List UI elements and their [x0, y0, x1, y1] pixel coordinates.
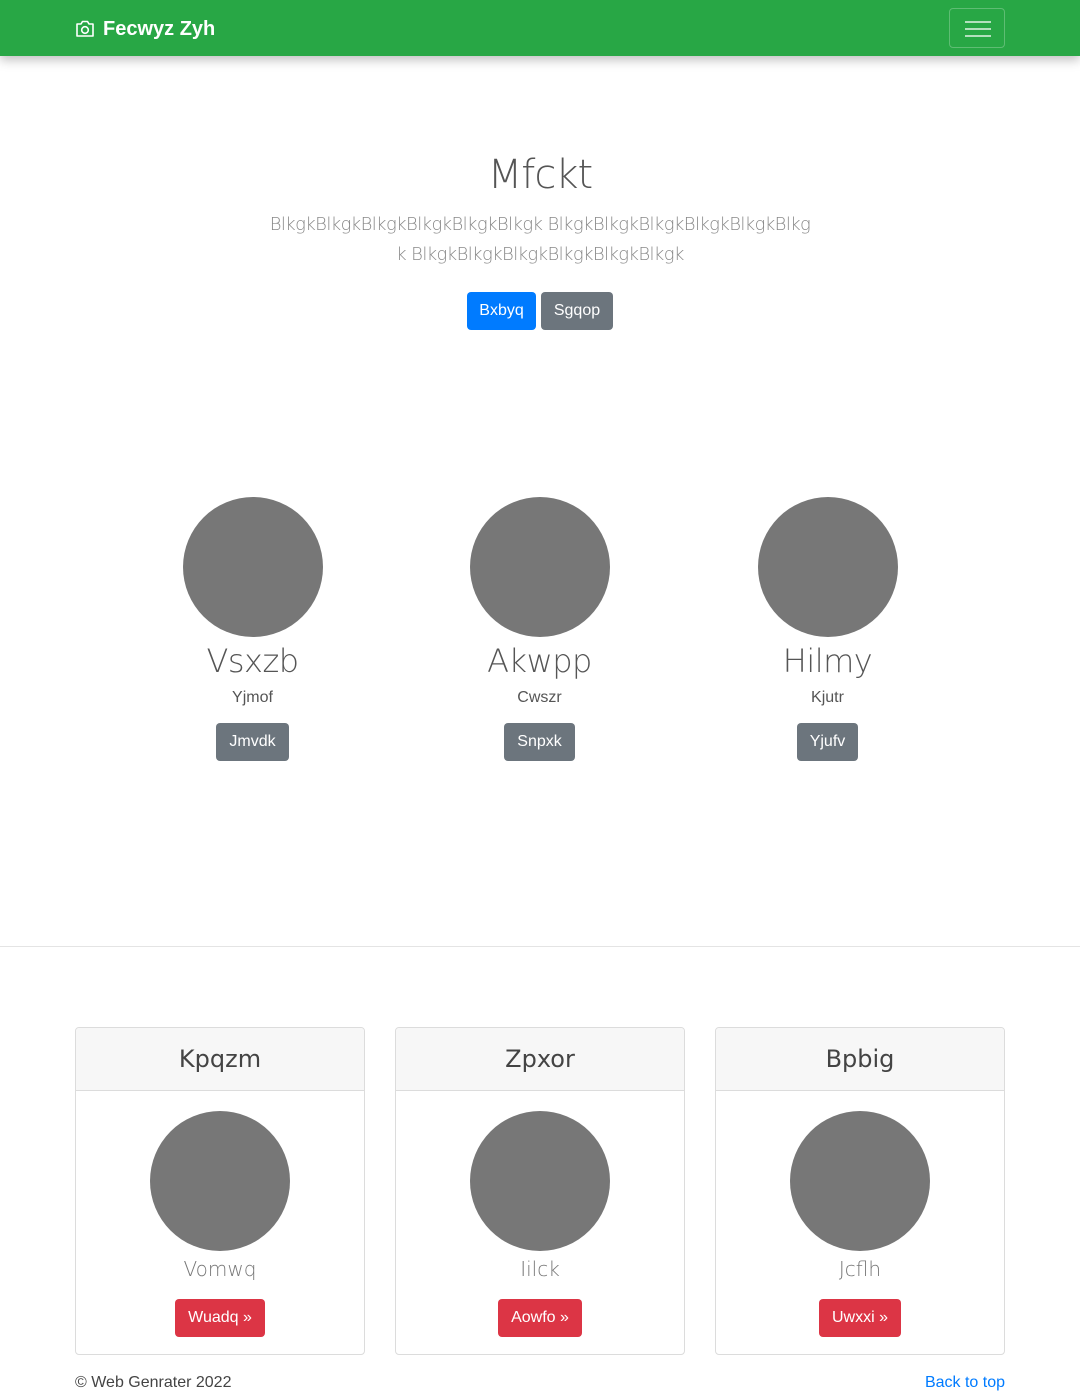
camera-icon: [76, 20, 94, 37]
brand-link[interactable]: Fecwyz Zyh: [75, 16, 215, 42]
avatar: [470, 1111, 610, 1251]
person-role: Kjutr: [811, 689, 844, 706]
card: Zpxor Iilck Aowfo »: [395, 1027, 685, 1355]
card-button[interactable]: Uwxxi »: [818, 1299, 901, 1337]
card-subtitle: Jcflh: [838, 1257, 882, 1281]
avatar: [150, 1111, 290, 1251]
person-role: Cwszr: [517, 689, 562, 706]
card-subtitle: Vomwq: [183, 1257, 257, 1281]
card-subtitle: Iilck: [520, 1257, 560, 1281]
person-button[interactable]: Jmvdk: [216, 723, 289, 761]
person-role: Yjmof: [232, 689, 273, 706]
hero-lead-text: BlkgkBlkgkBlkgkBlkgkBlkgkBlkgk BlkgkBlkg…: [269, 214, 811, 265]
section-divider: [0, 946, 1080, 947]
navbar-toggler-button[interactable]: [949, 8, 1005, 48]
hero-secondary-button[interactable]: Sgqop: [541, 292, 613, 330]
card-button[interactable]: Aowfo »: [498, 1299, 582, 1337]
hero-title: Mfckt: [487, 152, 593, 198]
avatar: [757, 497, 898, 637]
person-column: Hilmy Kjutr Yjufv: [684, 497, 971, 761]
person-name: Vsxzb: [206, 642, 299, 680]
avatar: [182, 497, 323, 637]
person-name: Hilmy: [782, 642, 873, 680]
back-to-top-link[interactable]: Back to top: [925, 1374, 1005, 1392]
navbar: Fecwyz Zyh: [0, 0, 1080, 56]
avatar: [790, 1111, 930, 1251]
card-title: Bpbig: [716, 1028, 1004, 1091]
hero-primary-button[interactable]: Bxbyq: [467, 292, 536, 330]
card-body: Jcflh Uwxxi »: [716, 1091, 1004, 1337]
card-body: Vomwq Wuadq »: [76, 1091, 364, 1337]
person-button[interactable]: Snpxk: [504, 723, 575, 761]
person-column: Vsxzb Yjmof Jmvdk: [109, 497, 396, 761]
card-button[interactable]: Wuadq »: [175, 1299, 265, 1337]
person-button[interactable]: Yjufv: [796, 723, 859, 761]
card-title: Kpqzm: [76, 1028, 364, 1091]
card: Bpbig Jcflh Uwxxi »: [715, 1027, 1005, 1355]
avatar: [469, 497, 610, 637]
card: Kpqzm Vomwq Wuadq »: [75, 1027, 365, 1355]
card-body: Iilck Aowfo »: [396, 1091, 684, 1337]
footer-copyright: © Web Genrater 2022: [75, 1374, 232, 1391]
person-column: Akwpp Cwszr Snpxk: [396, 497, 683, 761]
person-name: Akwpp: [487, 642, 592, 680]
brand-name: Fecwyz Zyh: [103, 17, 216, 40]
card-title: Zpxor: [396, 1028, 684, 1091]
